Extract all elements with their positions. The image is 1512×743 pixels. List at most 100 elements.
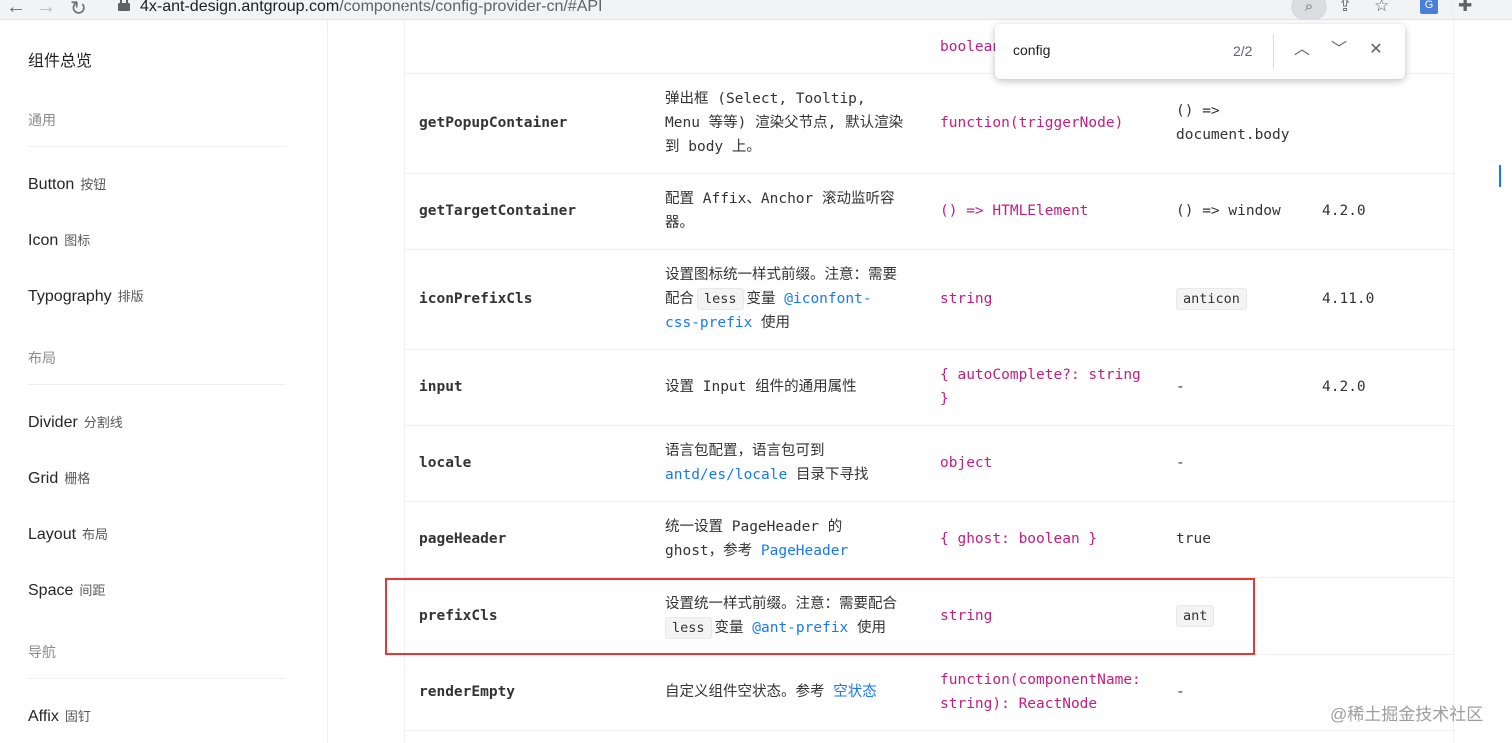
desc-text: 目录下寻找 bbox=[795, 467, 869, 483]
desc-line: antd/es/locale 目录下寻找 bbox=[665, 463, 915, 487]
desc-text: 使用 bbox=[761, 315, 791, 331]
sidebar-group-layout: 布局 bbox=[28, 350, 56, 366]
find-separator bbox=[1273, 34, 1274, 69]
sidebar-title[interactable]: 组件总览 bbox=[28, 47, 92, 71]
sidebar-item-affix[interactable]: Affix 固钉 bbox=[28, 706, 91, 726]
sidebar: 组件总览 通用 Button 按钮 Icon 图标 Typography 排版 布局 … bbox=[0, 20, 328, 743]
chevron-down-icon[interactable]: ﹀ bbox=[1326, 37, 1352, 63]
version-cell: 4.2.0 bbox=[1322, 203, 1366, 219]
prop-cell: iconPrefixCls bbox=[419, 291, 533, 307]
find-input[interactable] bbox=[1013, 42, 1193, 58]
sidebar-item-grid[interactable]: Grid 栅格 bbox=[28, 468, 90, 488]
sidebar-divider bbox=[28, 384, 286, 385]
desc-cell: 弹出框 (Select, Tooltip, Menu 等等) 渲染父节点, 默认… bbox=[665, 87, 915, 159]
desc-line: 配置 Affix、Anchor 滚动监听容 bbox=[665, 191, 895, 207]
version-cell: 4.11.0 bbox=[1322, 291, 1375, 307]
sidebar-divider bbox=[28, 678, 286, 679]
version-cell: 4.2.0 bbox=[1322, 379, 1366, 395]
sidebar-item-label: Typography bbox=[28, 288, 112, 305]
sidebar-item-divider[interactable]: Divider 分割线 bbox=[28, 412, 123, 432]
default-cell: true bbox=[1176, 531, 1211, 547]
sidebar-item-cn-label: 间距 bbox=[79, 583, 106, 598]
table-row: locale 语言包配置，语言包可到 antd/es/locale 目录下寻找 … bbox=[405, 426, 1455, 502]
sidebar-item-cn-label: 分割线 bbox=[83, 415, 123, 430]
locale-dir-link[interactable]: antd/es/locale bbox=[665, 467, 787, 483]
desc-text: 变量 bbox=[746, 291, 776, 307]
sidebar-item-icon[interactable]: Icon 图标 bbox=[28, 230, 90, 250]
default-cell: - bbox=[1176, 455, 1185, 471]
prop-cell: input bbox=[419, 379, 463, 395]
back-arrow-icon[interactable]: ← bbox=[6, 0, 26, 19]
find-bar: 2/2 ︿ ﹀ ✕ bbox=[995, 24, 1405, 79]
iconfont-prefix-link[interactable]: css-prefix bbox=[665, 315, 752, 331]
prop-cell: locale bbox=[419, 455, 472, 471]
desc-cell: 语言包配置，语言包可到 antd/es/locale 目录下寻找 bbox=[665, 439, 915, 487]
desc-line: css-prefix 使用 bbox=[665, 311, 915, 335]
type-line: string): ReactNode bbox=[940, 696, 1098, 712]
pageheader-link[interactable]: PageHeader bbox=[761, 543, 848, 559]
desc-cell: 设置图标统一样式前缀。注意：需要 配合 less 变量 @iconfont- css… bbox=[665, 263, 915, 335]
sidebar-item-label: Icon bbox=[28, 232, 59, 249]
sidebar-item-layout[interactable]: Layout 布局 bbox=[28, 524, 108, 544]
iconfont-prefix-link[interactable]: @iconfont- bbox=[784, 291, 871, 307]
highlight-box bbox=[385, 578, 1255, 655]
type-cell: { ghost: boolean } bbox=[940, 531, 1098, 547]
desc-text: 自定义组件空状态。参考 bbox=[665, 684, 825, 700]
find-match-count: 2/2 bbox=[1233, 43, 1253, 59]
type-line: } bbox=[940, 391, 949, 407]
desc-line: 统一设置 PageHeader 的 bbox=[665, 519, 843, 535]
default-cell: () => window bbox=[1176, 203, 1281, 219]
prop-cell: getPopupContainer bbox=[419, 115, 568, 131]
sidebar-item-space[interactable]: Space 间距 bbox=[28, 580, 105, 600]
type-line: { autoComplete?: string bbox=[940, 367, 1141, 383]
desc-cell: 配置 Affix、Anchor 滚动监听容 器。 bbox=[665, 187, 915, 235]
desc-text: ghost，参考 bbox=[665, 543, 753, 559]
sidebar-item-cn-label: 栅格 bbox=[64, 471, 91, 486]
sidebar-item-label: Grid bbox=[28, 470, 59, 487]
default-cell: () => document.body bbox=[1176, 99, 1316, 147]
default-cell: - bbox=[1176, 684, 1185, 700]
type-cell: function(triggerNode) bbox=[940, 115, 1124, 131]
sidebar-item-label: Affix bbox=[28, 708, 59, 725]
chevron-up-icon[interactable]: ︿ bbox=[1289, 37, 1315, 63]
desc-line: 语言包配置，语言包可到 bbox=[665, 443, 825, 459]
reload-icon[interactable]: ↻ bbox=[70, 0, 87, 21]
desc-line: ghost，参考 PageHeader bbox=[665, 539, 915, 563]
desc-cell: 自定义组件空状态。参考 空状态 bbox=[665, 680, 915, 704]
sidebar-item-label: Layout bbox=[28, 526, 77, 543]
code-tag: less bbox=[697, 288, 744, 310]
type-cell: () => HTMLElement bbox=[940, 203, 1089, 219]
type-line: function(componentName: bbox=[940, 672, 1141, 688]
default-line: document.body bbox=[1176, 127, 1290, 143]
sidebar-item-typography[interactable]: Typography 排版 bbox=[28, 286, 144, 306]
empty-state-link[interactable]: 空状态 bbox=[833, 684, 877, 700]
forward-arrow-icon[interactable]: → bbox=[36, 0, 56, 19]
desc-cell: 设置 Input 组件的通用属性 bbox=[665, 379, 857, 395]
sidebar-item-cn-label: 固钉 bbox=[64, 709, 91, 724]
default-cell: anticon bbox=[1176, 287, 1316, 311]
sidebar-group-navigation: 导航 bbox=[28, 644, 56, 660]
prop-cell: renderEmpty bbox=[419, 684, 516, 700]
default-line: () => bbox=[1176, 103, 1220, 119]
extensions-icon[interactable]: ✚ bbox=[1458, 0, 1472, 16]
default-cell: - bbox=[1176, 379, 1185, 395]
sidebar-divider bbox=[28, 146, 286, 147]
table-row: getPopupContainer 弹出框 (Select, Tooltip, … bbox=[405, 74, 1455, 174]
desc-line: 弹出框 (Select, Tooltip, bbox=[665, 91, 866, 107]
desc-line: Menu 等等) 渲染父节点, 默认渲染 bbox=[665, 115, 904, 131]
sidebar-item-label: Button bbox=[28, 176, 75, 193]
sidebar-item-cn-label: 按钮 bbox=[80, 177, 107, 192]
lock-icon[interactable] bbox=[118, 0, 130, 11]
sidebar-item-button[interactable]: Button 按钮 bbox=[28, 174, 106, 194]
sidebar-item-label: Divider bbox=[28, 414, 78, 431]
table-row: iconPrefixCls 设置图标统一样式前缀。注意：需要 配合 less 变量 … bbox=[405, 250, 1455, 350]
close-icon[interactable]: ✕ bbox=[1363, 37, 1389, 63]
scrollbar-marker[interactable] bbox=[1499, 165, 1501, 187]
table-row: getTargetContainer 配置 Affix、Anchor 滚动监听容… bbox=[405, 174, 1455, 250]
desc-text: 配合 bbox=[665, 291, 694, 307]
desc-line: 配合 less 变量 @iconfont- bbox=[665, 287, 915, 311]
table-row: input 设置 Input 组件的通用属性 { autoComplete?: … bbox=[405, 350, 1455, 426]
prop-cell: getTargetContainer bbox=[419, 203, 577, 219]
type-cell: string bbox=[940, 291, 993, 307]
sidebar-item-cn-label: 布局 bbox=[82, 527, 109, 542]
